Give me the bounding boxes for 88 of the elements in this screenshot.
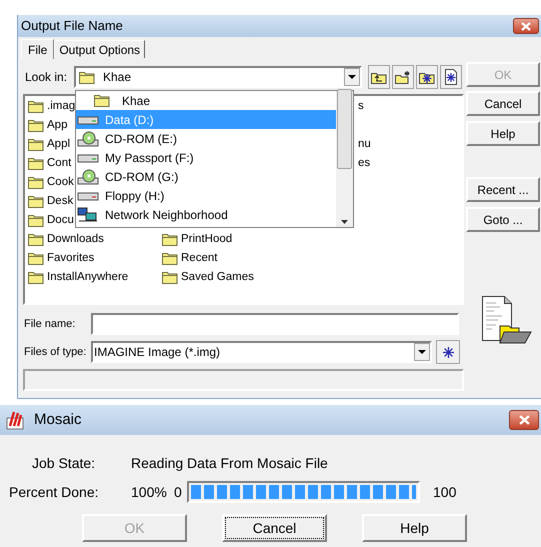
up-folder-icon bbox=[371, 70, 387, 84]
network-computers-icon bbox=[77, 206, 99, 222]
dialog-button[interactable]: Cancel bbox=[466, 91, 540, 116]
folder-icon bbox=[94, 94, 110, 107]
dropdown-item[interactable]: Floppy (H:) bbox=[76, 186, 336, 205]
folder-name[interactable]: Docu bbox=[47, 212, 74, 230]
scrollbar[interactable] bbox=[336, 91, 353, 227]
folder-icon bbox=[28, 176, 44, 189]
drive-icon bbox=[77, 190, 99, 200]
dialog-button[interactable]: Recent ... bbox=[466, 177, 540, 202]
dropdown-item[interactable]: CD-ROM (G:) bbox=[76, 167, 336, 186]
folder-name[interactable]: Cook bbox=[47, 174, 74, 192]
folder-name[interactable]: Appl bbox=[47, 136, 70, 154]
folder-name[interactable]: Recent bbox=[181, 250, 218, 268]
new-folder-icon bbox=[395, 70, 411, 84]
tab[interactable]: Output Options bbox=[54, 40, 146, 58]
folder-name[interactable]: es bbox=[358, 154, 370, 172]
folder-icon bbox=[28, 271, 44, 284]
close-icon bbox=[518, 415, 530, 425]
files-of-type-dropdown[interactable]: IMAGINE Image (*.img) bbox=[91, 341, 432, 363]
dropdown-item[interactable]: Khae bbox=[76, 91, 336, 110]
folder-name[interactable]: s bbox=[358, 98, 364, 116]
files-of-type-value: IMAGINE Image (*.img) bbox=[93, 344, 222, 361]
progress-min-label: 0 bbox=[174, 482, 183, 502]
look-in-value: Khae bbox=[103, 69, 132, 86]
page-star-icon bbox=[445, 69, 457, 85]
folder-icon bbox=[28, 138, 44, 151]
window-title: Mosaic bbox=[34, 410, 82, 430]
folder-star-icon bbox=[419, 70, 435, 84]
flame-icon bbox=[6, 410, 24, 430]
folder-icon bbox=[79, 70, 95, 84]
document-folder-icon bbox=[482, 296, 532, 344]
job-state-value: Reading Data From Mosaic File bbox=[131, 454, 328, 473]
asterisk-icon bbox=[442, 346, 454, 358]
window-title: Output File Name bbox=[21, 17, 123, 36]
look-in-dropdown[interactable]: Khae bbox=[74, 66, 362, 88]
percent-done-label: Percent Done: bbox=[8, 482, 100, 502]
folder-name[interactable]: PrintHood bbox=[181, 230, 232, 248]
close-icon bbox=[521, 22, 531, 30]
job-state-label: Job State: bbox=[31, 454, 96, 472]
folder-name[interactable]: Downloads bbox=[47, 230, 104, 248]
progress-max-label: 100 bbox=[433, 482, 456, 502]
folder-icon bbox=[28, 252, 44, 265]
folder-icon bbox=[28, 214, 44, 227]
dropdown-arrow-button[interactable] bbox=[344, 68, 360, 86]
dropdown-arrow-button[interactable] bbox=[414, 343, 430, 361]
file-name-field[interactable] bbox=[91, 313, 459, 335]
dropdown-item[interactable]: My Passport (F:) bbox=[76, 148, 336, 167]
folder-icon bbox=[28, 119, 44, 132]
folder-name[interactable]: App bbox=[47, 116, 68, 134]
drive-icon bbox=[77, 152, 99, 162]
caret-icon bbox=[418, 350, 426, 354]
close-button[interactable] bbox=[513, 18, 539, 34]
up-folder-button[interactable] bbox=[368, 65, 390, 89]
scroll-down-icon bbox=[341, 220, 348, 224]
folder-name[interactable]: Saved Games bbox=[181, 268, 254, 286]
folder-star-button[interactable] bbox=[416, 65, 438, 89]
dialog-button[interactable]: Cancel bbox=[222, 514, 327, 542]
folder-icon bbox=[162, 252, 178, 265]
folder-icon bbox=[28, 157, 44, 170]
folder-name[interactable]: nu bbox=[358, 136, 371, 154]
dialog-button[interactable]: Help bbox=[362, 514, 467, 542]
percent-value: 100% bbox=[131, 482, 168, 502]
folder-name[interactable]: InstallAnywhere bbox=[47, 268, 128, 286]
folder-name[interactable]: Favorites bbox=[47, 250, 94, 268]
file-name-label: File name: bbox=[23, 316, 76, 332]
scroll-thumb[interactable] bbox=[337, 89, 352, 169]
look-in-label: Look in: bbox=[24, 69, 68, 86]
drive-icon bbox=[77, 114, 99, 124]
folder-name[interactable]: Cont bbox=[47, 154, 72, 172]
folder-icon bbox=[28, 100, 44, 113]
files-of-type-label: Files of type: bbox=[23, 344, 88, 360]
filter-button[interactable] bbox=[436, 340, 460, 364]
folder-icon bbox=[28, 195, 44, 208]
caret-icon bbox=[348, 75, 356, 79]
new-folder-button[interactable] bbox=[392, 65, 414, 89]
dialog-button[interactable]: Goto ... bbox=[466, 207, 540, 232]
close-button[interactable] bbox=[509, 410, 539, 430]
folder-icon bbox=[28, 233, 44, 246]
folder-name[interactable]: .imag bbox=[47, 98, 76, 116]
dropdown-item[interactable]: Network Neighborhood bbox=[76, 205, 336, 224]
folder-icon bbox=[162, 271, 178, 284]
new-file-button[interactable] bbox=[440, 65, 462, 89]
dropdown-item[interactable]: CD-ROM (E:) bbox=[76, 129, 336, 148]
tab[interactable]: File bbox=[21, 39, 54, 59]
dialog-button[interactable]: Help bbox=[466, 121, 540, 146]
folder-name[interactable]: Desk bbox=[47, 192, 74, 210]
folder-icon bbox=[162, 233, 178, 246]
